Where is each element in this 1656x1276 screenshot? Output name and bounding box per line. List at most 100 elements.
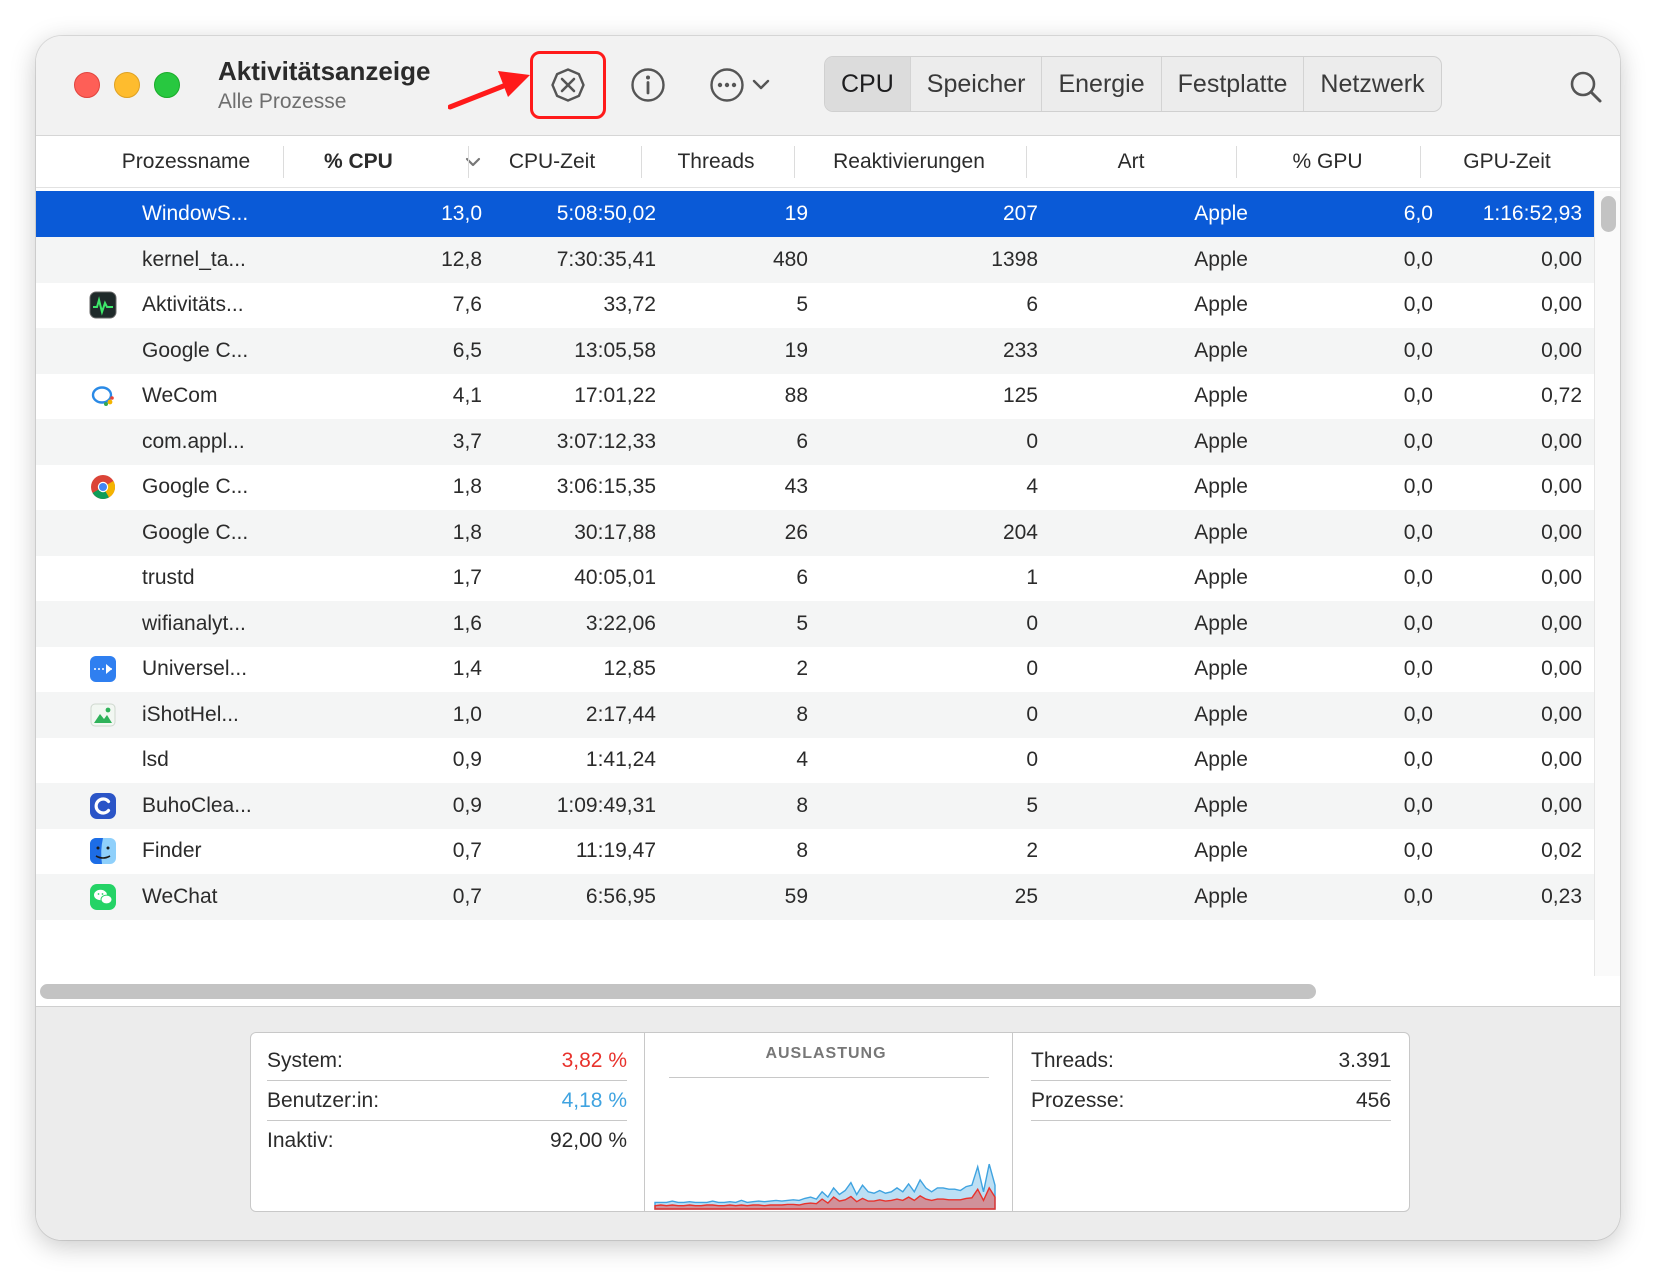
- cell-wakeups: 0: [1026, 429, 1038, 453]
- table-row[interactable]: iShotHel... 1,0 2:17,44 8 0 Apple 0,0 0,00: [36, 691, 1594, 738]
- minimize-window-button[interactable]: [114, 72, 140, 98]
- tab-disk[interactable]: Festplatte: [1162, 57, 1305, 111]
- vertical-scrollbar-track[interactable]: [1594, 191, 1620, 986]
- stat-threads-value: 3.391: [1338, 1048, 1391, 1072]
- cell-kind: Apple: [1194, 247, 1248, 271]
- cell-gpu-time: 0,00: [1541, 475, 1582, 498]
- column-header-wakeups[interactable]: Reaktivierungen: [794, 136, 1024, 188]
- cell-cpu: 7,6: [452, 293, 482, 316]
- cell-gpu-time: 0,00: [1541, 293, 1582, 316]
- tab-cpu[interactable]: CPU: [825, 57, 911, 111]
- cell-wakeups: 4: [1026, 475, 1038, 498]
- stat-idle: Inaktiv: 92,00 %: [267, 1121, 627, 1161]
- table-row[interactable]: lsd 0,9 1:41,24 4 0 Apple 0,0 0,00: [36, 737, 1594, 783]
- buhocleaner-icon: [89, 792, 117, 820]
- column-header-threads[interactable]: Threads: [641, 136, 791, 188]
- table-row[interactable]: WindowS... 13,0 5:08:50,02 19 207 Apple 6,0 1:1…: [36, 191, 1594, 237]
- column-header-cpu[interactable]: % CPU: [324, 136, 464, 188]
- more-actions-button[interactable]: [704, 63, 776, 107]
- cell-threads: 19: [784, 338, 808, 362]
- cell-kind: Apple: [1194, 293, 1248, 316]
- cell-cpu-time: 3:06:15,35: [556, 475, 656, 498]
- cell-cpu: 1,8: [452, 475, 482, 498]
- cell-gpu-time: 0,00: [1541, 338, 1582, 362]
- process-name: kernel_ta...: [142, 247, 246, 271]
- cell-wakeups: 204: [1002, 520, 1038, 544]
- table-row[interactable]: Aktivitäts... 7,6 33,72 5 6 Apple 0,0 0,00: [36, 282, 1594, 328]
- tab-network[interactable]: Netzwerk: [1304, 57, 1440, 111]
- chrome-icon: [89, 473, 117, 501]
- cell-gpu-time: 0,00: [1541, 429, 1582, 453]
- table-row[interactable]: WeCom 4,1 17:01,22 88 125 Apple 0,0 0,72: [36, 373, 1594, 419]
- column-header-name[interactable]: Prozessname: [86, 136, 286, 188]
- stat-system-value: 3,82 %: [561, 1048, 627, 1072]
- process-name: wifianalyt...: [142, 611, 246, 635]
- cell-cpu-time: 5:08:50,02: [556, 202, 656, 225]
- stat-system-label: System:: [267, 1048, 343, 1072]
- cell-threads: 59: [784, 884, 808, 908]
- column-header-cpu-time[interactable]: CPU-Zeit: [468, 136, 636, 188]
- stop-process-button[interactable]: [544, 63, 592, 107]
- cell-kind: Apple: [1194, 566, 1248, 589]
- table-row[interactable]: WeChat 0,7 6:56,95 59 25 Apple 0,0 0,23: [36, 873, 1594, 920]
- cell-cpu: 0,9: [452, 748, 482, 771]
- table-row[interactable]: Finder 0,7 11:19,47 8 2 Apple 0,0 0,02: [36, 828, 1594, 874]
- category-tabs: CPU Speicher Energie Festplatte Netzwerk: [824, 56, 1442, 112]
- process-name: Universel...: [142, 657, 248, 680]
- cell-kind: Apple: [1194, 839, 1248, 862]
- table-header: Prozessname % CPU CPU-Zeit Threads Reakt…: [36, 136, 1620, 188]
- search-button[interactable]: [1564, 65, 1608, 109]
- cell-cpu: 3,7: [452, 429, 482, 453]
- table-row[interactable]: trustd 1,7 40:05,01 6 1 Apple 0,0 0,00: [36, 555, 1594, 601]
- process-name: WeCom: [142, 384, 218, 407]
- table-row[interactable]: Universel... 1,4 12,85 2 0 Apple 0,0 0,00: [36, 646, 1594, 692]
- cell-gpu: 0,0: [1403, 657, 1433, 680]
- window-subtitle[interactable]: Alle Prozesse: [218, 90, 346, 114]
- table-row[interactable]: Google C... 1,8 3:06:15,35 43 4 Apple 0,0 0,00: [36, 464, 1594, 510]
- tab-energy[interactable]: Energie: [1042, 57, 1162, 111]
- column-header-gpu[interactable]: % GPU: [1236, 136, 1419, 188]
- cell-kind: Apple: [1194, 793, 1248, 817]
- process-name: com.appl...: [142, 429, 245, 453]
- cell-threads: 8: [796, 793, 808, 817]
- cell-cpu: 0,9: [452, 793, 482, 817]
- cell-gpu: 0,0: [1403, 338, 1433, 362]
- stat-processes: Prozesse: 456: [1031, 1081, 1391, 1121]
- stat-user: Benutzer:in: 4,18 %: [267, 1081, 627, 1121]
- process-name: WindowS...: [142, 202, 249, 225]
- cell-threads: 88: [784, 384, 808, 407]
- cell-cpu-time: 40:05,01: [574, 566, 656, 589]
- column-header-gpu-time[interactable]: GPU-Zeit: [1420, 136, 1594, 188]
- column-divider[interactable]: [283, 146, 284, 178]
- cell-wakeups: 6: [1026, 293, 1038, 316]
- tab-memory[interactable]: Speicher: [911, 57, 1043, 111]
- table-row[interactable]: Google C... 1,8 30:17,88 26 204 Apple 0,0 0,00: [36, 509, 1594, 556]
- cell-cpu-time: 6:56,95: [585, 884, 656, 908]
- cell-kind: Apple: [1194, 338, 1248, 362]
- cell-threads: 6: [796, 429, 808, 453]
- column-header-kind[interactable]: Art: [1026, 136, 1236, 188]
- stat-user-label: Benutzer:in:: [267, 1088, 380, 1112]
- process-name: Finder: [142, 839, 202, 862]
- vertical-scrollbar-thumb[interactable]: [1601, 196, 1616, 232]
- table-row[interactable]: kernel_ta... 12,8 7:30:35,41 480 1398 Apple 0,…: [36, 236, 1594, 283]
- cell-cpu-time: 2:17,44: [585, 702, 656, 726]
- table-row[interactable]: wifianalyt... 1,6 3:22,06 5 0 Apple 0,0 0,00: [36, 600, 1594, 647]
- horizontal-scrollbar-thumb[interactable]: [40, 984, 1316, 999]
- cell-cpu: 1,8: [452, 520, 482, 544]
- cell-threads: 5: [796, 293, 808, 316]
- zoom-window-button[interactable]: [154, 72, 180, 98]
- cell-gpu: 0,0: [1403, 247, 1433, 271]
- close-window-button[interactable]: [74, 72, 100, 98]
- process-name: WeChat: [142, 884, 218, 908]
- cell-kind: Apple: [1194, 884, 1248, 908]
- cell-gpu: 0,0: [1403, 793, 1433, 817]
- cpu-stats-box: System: 3,82 % Benutzer:in: 4,18 % Inakt…: [250, 1032, 1410, 1212]
- table-row[interactable]: BuhoClea... 0,9 1:09:49,31 8 5 Apple 0,0 0,00: [36, 782, 1594, 829]
- process-name: BuhoClea...: [142, 793, 252, 817]
- table-row[interactable]: com.appl... 3,7 3:07:12,33 6 0 Apple 0,0 0,00: [36, 418, 1594, 465]
- table-row[interactable]: Google C... 6,5 13:05,58 19 233 Apple 0,0 0,00: [36, 327, 1594, 374]
- cell-cpu: 13,0: [441, 202, 482, 225]
- info-button[interactable]: [624, 63, 672, 107]
- window-title: Aktivitätsanzeige: [218, 56, 431, 86]
